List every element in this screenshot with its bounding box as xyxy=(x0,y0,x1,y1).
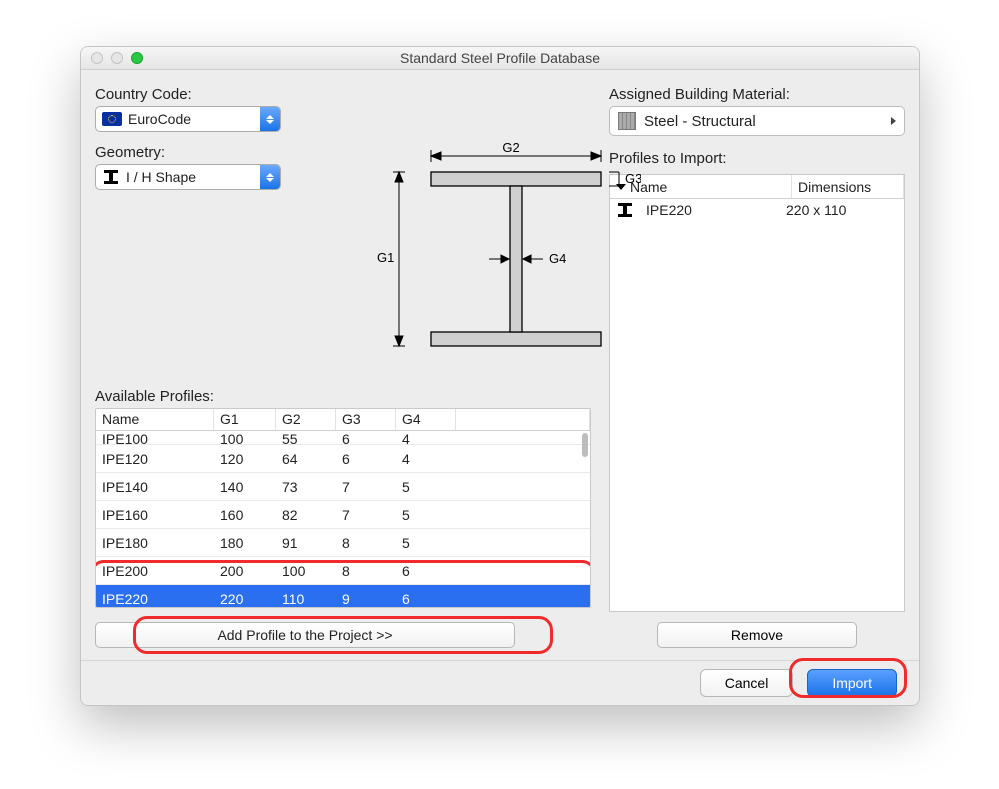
col-g1[interactable]: G1 xyxy=(214,409,276,430)
select-stepper-icon xyxy=(260,165,280,189)
material-value: Steel - Structural xyxy=(644,113,756,130)
col-g3[interactable]: G3 xyxy=(336,409,396,430)
country-code-value: EuroCode xyxy=(128,111,260,127)
cell-g1: 100 xyxy=(214,431,276,445)
cell-name: IPE100 xyxy=(96,431,214,445)
profiles-to-import-label: Profiles to Import: xyxy=(609,150,905,167)
table-row[interactable]: IPE1801809185 xyxy=(96,529,590,557)
select-stepper-icon xyxy=(260,107,280,131)
cell-g1: 140 xyxy=(214,479,276,495)
dialog-footer: Cancel Import xyxy=(81,660,919,705)
cell-g3: 7 xyxy=(336,507,396,523)
profile-preview: G2 G3 G1 G4 xyxy=(371,142,641,367)
cell-g2: 55 xyxy=(276,431,336,445)
available-profiles-table[interactable]: Name G1 G2 G3 G4 IPE1001005564IPE1201206… xyxy=(95,408,591,608)
svg-text:G2: G2 xyxy=(502,142,519,155)
material-select[interactable]: Steel - Structural xyxy=(609,106,905,136)
cell-g1: 220 xyxy=(214,591,276,607)
cell-name: IPE180 xyxy=(96,535,214,551)
eu-flag-icon xyxy=(102,112,122,126)
geometry-value: I / H Shape xyxy=(126,169,260,185)
remove-button[interactable]: Remove xyxy=(657,622,857,648)
cell-name: IPE200 xyxy=(96,563,214,579)
table-row[interactable]: IPE20020010086 xyxy=(96,557,590,585)
col-name[interactable]: Name xyxy=(96,409,214,430)
import-button[interactable]: Import xyxy=(807,669,897,697)
cell-name: IPE120 xyxy=(96,451,214,467)
cell-g3: 8 xyxy=(336,535,396,551)
cell-g4: 4 xyxy=(396,431,456,445)
cell-g2: 73 xyxy=(276,479,336,495)
cell-g4: 5 xyxy=(396,479,456,495)
col-blank xyxy=(456,409,590,430)
cell-g3: 6 xyxy=(336,431,396,445)
cancel-button[interactable]: Cancel xyxy=(700,669,794,697)
cell-g4: 6 xyxy=(396,563,456,579)
cell-g4: 5 xyxy=(396,507,456,523)
cell-g2: 100 xyxy=(276,563,336,579)
country-code-label: Country Code: xyxy=(95,86,591,103)
add-profile-button[interactable]: Add Profile to the Project >> xyxy=(95,622,515,648)
country-code-select[interactable]: EuroCode xyxy=(95,106,281,132)
import-row[interactable]: IPE220 220 x 110 xyxy=(610,199,904,221)
import-name: IPE220 xyxy=(646,202,692,218)
cell-g3: 6 xyxy=(336,451,396,467)
table-row[interactable]: IPE1401407375 xyxy=(96,473,590,501)
import-dimensions: 220 x 110 xyxy=(786,202,898,218)
cell-name: IPE140 xyxy=(96,479,214,495)
cell-g1: 120 xyxy=(214,451,276,467)
col-g4[interactable]: G4 xyxy=(396,409,456,430)
cell-g2: 64 xyxy=(276,451,336,467)
window-title: Standard Steel Profile Database xyxy=(81,50,919,66)
cell-g1: 160 xyxy=(214,507,276,523)
cell-g3: 7 xyxy=(336,479,396,495)
material-label: Assigned Building Material: xyxy=(609,86,905,103)
cell-g1: 200 xyxy=(214,563,276,579)
table-header-row: Name G1 G2 G3 G4 xyxy=(96,409,590,431)
col-g2[interactable]: G2 xyxy=(276,409,336,430)
cell-name: IPE160 xyxy=(96,507,214,523)
cell-g2: 91 xyxy=(276,535,336,551)
svg-text:G3: G3 xyxy=(625,171,641,186)
geometry-select[interactable]: I / H Shape xyxy=(95,164,281,190)
cell-g4: 5 xyxy=(396,535,456,551)
table-row[interactable]: IPE22022011096 xyxy=(96,585,590,607)
cell-g4: 6 xyxy=(396,591,456,607)
chevron-right-icon xyxy=(891,117,896,125)
svg-text:G4: G4 xyxy=(549,251,566,266)
table-row[interactable]: IPE1601608275 xyxy=(96,501,590,529)
cell-g2: 82 xyxy=(276,507,336,523)
cell-g3: 9 xyxy=(336,591,396,607)
dialog-window: Standard Steel Profile Database Country … xyxy=(80,46,920,706)
i-beam-icon xyxy=(102,170,120,184)
available-profiles-label: Available Profiles: xyxy=(95,388,591,405)
svg-text:G1: G1 xyxy=(377,250,394,265)
scrollbar-thumb[interactable] xyxy=(582,433,588,457)
cell-g2: 110 xyxy=(276,591,336,607)
material-swatch-icon xyxy=(618,112,636,130)
cell-name: IPE220 xyxy=(96,591,214,607)
cell-g4: 4 xyxy=(396,451,456,467)
titlebar: Standard Steel Profile Database xyxy=(81,47,919,70)
table-row[interactable]: IPE1001005564 xyxy=(96,431,590,445)
cell-g3: 8 xyxy=(336,563,396,579)
import-col-dimensions[interactable]: Dimensions xyxy=(792,175,904,198)
table-row[interactable]: IPE1201206464 xyxy=(96,445,590,473)
import-table[interactable]: Name Dimensions IPE220220 x 110 xyxy=(609,174,905,612)
cell-g1: 180 xyxy=(214,535,276,551)
